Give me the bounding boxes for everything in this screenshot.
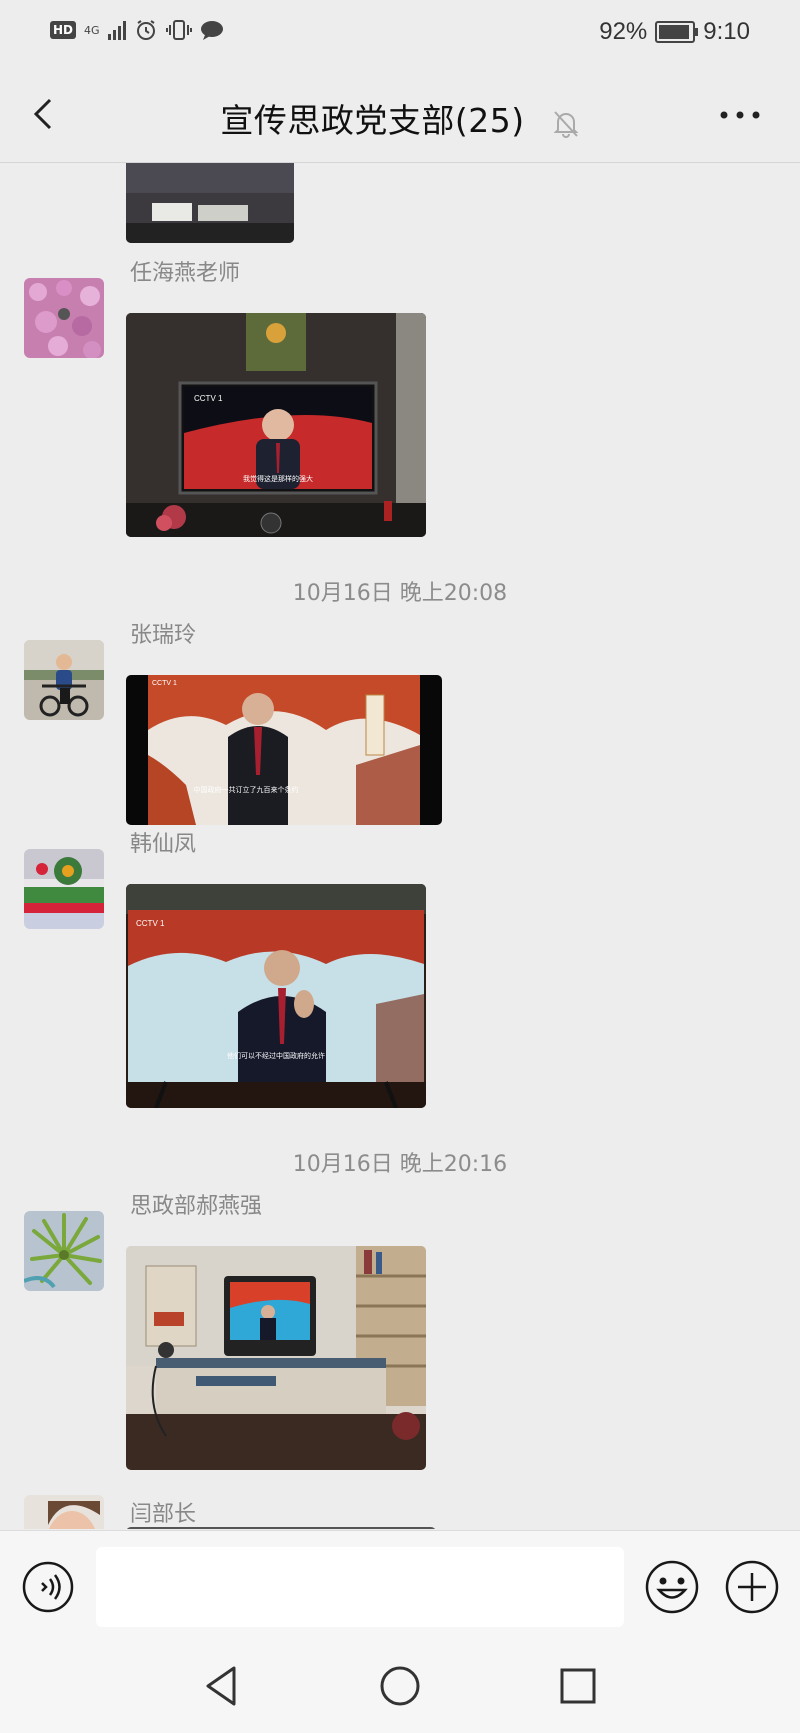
flowers-avatar-image [24,278,104,358]
message-photo[interactable]: CCTV 1 他们可以不经过中国政府的允许 [126,884,426,1108]
avatar[interactable] [24,849,104,929]
message-input[interactable] [96,1547,624,1627]
tv-channel-logo: CCTV 1 [136,919,165,928]
message-photo[interactable] [126,1246,426,1470]
living-room-photo-image [126,1246,426,1470]
message-photo[interactable]: 中国政府一共订立了九百来个条约 CCTV 1 [126,675,442,825]
tv-channel-logo: CCTV 1 [152,680,177,687]
system-nav-bar [0,1642,800,1733]
tv-subtitle: 中国政府一共订立了九百来个条约 [194,785,299,794]
message-photo[interactable]: CCTV 1 我觉得这是那样的强大 [126,313,426,537]
tv-subtitle: 他们可以不经过中国政府的允许 [227,1051,325,1060]
avatar[interactable] [24,278,104,358]
tv-channel-logo: CCTV 1 [194,394,223,403]
hd-badge: HD [50,21,77,39]
clock: 9:10 [703,18,750,45]
page-title: 宣传思政党支部(25) [0,94,800,142]
signal-icon [107,20,126,40]
message-photo[interactable] [126,163,294,243]
status-left: HD 4G [50,18,224,42]
tv-photo-image: CCTV 1 我觉得这是那样的强大 [126,313,426,537]
woman-avatar-image [24,1495,104,1529]
chat-header: 宣传思政党支部(25) [0,66,800,163]
vibrate-icon [165,20,192,40]
network-type: 4G [84,23,100,37]
plant-avatar-image [24,1211,104,1291]
tv-photo-image: 中国政府一共订立了九百来个条约 CCTV 1 [126,675,442,825]
timestamp: 10月16日 晚上20:08 [292,581,508,606]
chat-message-list[interactable]: 任海燕老师 CCTV 1 我觉得这是那样的强大 10月16日 晚上20:08 张… [0,163,800,1529]
sender-name: 思政部郝燕强 [130,1194,263,1219]
sender-name: 张瑞玲 [130,623,197,648]
flower-garden-avatar-image [24,849,104,929]
square-recents-icon[interactable] [556,1664,600,1708]
battery-icon [655,21,699,43]
group-name: 宣传思政党支部(25) [220,101,525,140]
message-icon [200,21,223,40]
battery-percent: 92% [599,18,648,45]
emoji-icon[interactable] [644,1559,700,1615]
plus-icon[interactable] [724,1559,780,1615]
timestamp: 10月16日 晚上20:16 [292,1152,508,1177]
avatar[interactable] [24,1495,104,1529]
circle-home-icon[interactable] [378,1664,422,1708]
input-bar [0,1530,800,1643]
status-bar: HD 4G 92% 9:10 [0,0,800,66]
room-photo-image [126,163,294,243]
bell-muted-icon [553,110,579,138]
alarm-icon [136,20,155,40]
tv-photo-image: CCTV 1 他们可以不经过中国政府的允许 [126,884,426,1108]
voice-icon[interactable] [22,1561,74,1613]
avatar[interactable] [24,1211,104,1291]
sender-name: 任海燕老师 [130,261,241,286]
sender-name: 闫部长 [130,1502,197,1527]
status-right: 92% 9:10 [599,18,750,46]
sender-name: 韩仙凤 [130,832,197,857]
child-bike-avatar-image [24,640,104,720]
message-photo[interactable] [126,1527,436,1529]
more-dots-icon[interactable] [718,100,762,130]
triangle-back-icon[interactable] [200,1664,244,1708]
avatar[interactable] [24,640,104,720]
tv-subtitle: 我觉得这是那样的强大 [243,474,313,483]
